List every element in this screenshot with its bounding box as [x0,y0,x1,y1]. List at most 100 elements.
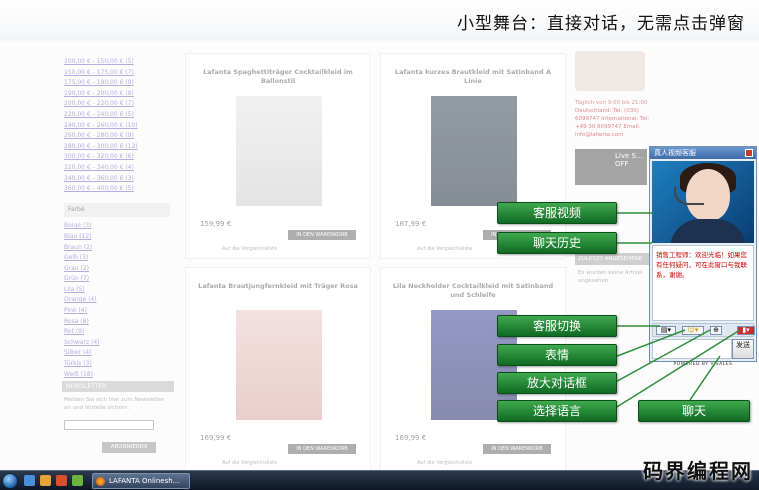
color-filter-link[interactable]: Blau (12) [64,232,170,243]
color-filter-link[interactable]: Türkis (3) [64,359,170,370]
agent-video[interactable] [652,161,754,243]
product-card[interactable]: Lafanta kurzes Brautkleid mit Satinband … [380,53,566,259]
show-desktop-icon[interactable] [24,475,35,486]
price-filter-link[interactable]: 340,00 € - 360,00 € (3) [64,174,170,185]
product-image[interactable] [431,96,517,206]
callout-chat-history: 聊天历史 [497,232,617,254]
color-filter-link[interactable]: Silber (4) [64,348,170,359]
product-title[interactable]: Lafanta Brautjungfernkleid mit Träger Ro… [196,282,360,291]
price-filter-list: 100,00 € - 150,00 € (5) 150,00 € - 175,00… [64,57,170,195]
color-filter-link[interactable]: Beige (3) [64,221,170,232]
taskbar-window-button[interactable]: LAFANTA Onlinesh... [92,473,190,489]
service-hours: Täglich von 9:00 bis 21:00 [575,100,648,106]
newsletter-box: NEWSLETTER Melden Sie sich hier zum News… [62,381,174,453]
add-to-cart-button[interactable]: IN DEN WARENKORB [288,444,356,454]
callout-agent-video: 客服视频 [497,202,617,224]
folder-icon[interactable] [40,475,51,486]
compare-link[interactable]: Auf die Vergleichsliste [222,460,277,466]
price-filter-link[interactable]: 100,00 € - 150,00 € (5) [64,57,170,68]
product-price: 167,99 € [395,220,427,228]
color-filter-link[interactable]: Gelb (3) [64,253,170,264]
contact-info: Deutschland: Tel: (030) 6099747 Internat… [575,108,650,138]
video-chat-widget[interactable]: 真人视频客服 销售工程师：欢迎光临！如果您有任何疑问，可在此窗口与我联系，谢谢。… [649,146,757,367]
product-price: 159,99 € [200,220,232,228]
color-facet-heading: Farbe [64,202,170,218]
color-filter-link[interactable]: Orange (4) [64,295,170,306]
chat-history[interactable]: 销售工程师：欢迎光临！如果您有任何疑问，可在此窗口与我联系，谢谢。 [652,245,754,321]
chat-input-row: 发送 [652,339,754,359]
price-filter-link[interactable]: 280,00 € - 300,00 € (12) [64,142,170,153]
product-price: 169,99 € [395,434,427,442]
color-filter-list: Beige (3) Blau (12) Braun (2) Gelb (3) Grau … [64,221,170,380]
newsletter-email-input[interactable] [64,420,154,430]
price-filter-link[interactable]: 320,00 € - 340,00 € (4) [64,163,170,174]
top-banner: 小型舞台：直接对话，无需点击弹窗 [0,0,759,44]
chat-toolbar: ▤▾ ☺▾ ⊕ ▮▾ [652,323,755,337]
close-icon[interactable] [745,149,753,157]
taskbar-window-label: LAFANTA Onlinesh... [109,477,180,485]
browser-icon[interactable] [56,475,67,486]
recently-viewed-text: Es wurden keine Artikel angesehen [578,270,643,284]
agent-body [670,219,746,243]
banner-divider [0,38,759,44]
callout-language: 选择语言 [497,400,617,422]
color-filter-link[interactable]: Weiß (18) [64,370,170,381]
agent-switch-button[interactable]: ▤▾ [656,326,676,335]
product-card[interactable]: Lafanta Brautjungfernkleid mit Träger Ro… [185,267,371,473]
color-filter-link[interactable]: Pink (4) [64,306,170,317]
color-filter-link[interactable]: Schwarz (4) [64,338,170,349]
product-card[interactable]: Lila Neckholder Cocktailkleid mit Satinb… [380,267,566,473]
add-to-cart-button[interactable]: IN DEN WARENKORB [288,230,356,240]
app-icon[interactable] [72,475,83,486]
compare-link[interactable]: Auf die Vergleichsliste [417,246,472,252]
watermark: 码界编程网 [643,459,753,483]
product-price: 169,99 € [200,434,232,442]
product-title[interactable]: Lafanta Spaghettiträger Cocktailkleid im… [196,68,360,86]
product-card[interactable]: Lafanta Spaghettiträger Cocktailkleid im… [185,53,371,259]
start-button[interactable] [2,473,18,489]
color-filter-link[interactable]: Rot (9) [64,327,170,338]
compare-link[interactable]: Auf die Vergleichsliste [417,460,472,466]
color-filter-link[interactable]: Grau (2) [64,264,170,275]
product-image[interactable] [236,310,322,420]
newsletter-text: Melden Sie sich hier zum Newsletter an u… [64,397,165,411]
emoji-button[interactable]: ☺▾ [682,326,704,335]
color-filter-link[interactable]: Lila (5) [64,285,170,296]
language-select-button[interactable]: ▮▾ [737,326,755,335]
callout-emoji: 表情 [497,344,617,366]
price-filter-link[interactable]: 150,00 € - 175,00 € (7) [64,68,170,79]
price-filter-link[interactable]: 190,00 € - 200,00 € (8) [64,89,170,100]
live-support-banner[interactable]: Live S... OFF [575,149,647,185]
product-title[interactable]: Lila Neckholder Cocktailkleid mit Satinb… [391,282,555,300]
powered-by-label: POWERED BY VISALES [673,362,733,367]
send-button[interactable]: 发送 [732,339,754,359]
filter-sidebar: 100,00 € - 150,00 € (5) 150,00 € - 175,00… [64,57,170,380]
chat-title-bar[interactable]: 真人视频客服 [650,147,756,159]
firefox-icon [96,477,105,486]
callout-chat: 聊天 [638,400,750,422]
newsletter-heading: NEWSLETTER [62,381,174,392]
newsletter-subscribe-button[interactable]: ABONNIEREN [102,442,156,453]
product-image[interactable] [236,96,322,206]
callout-agent-switch: 客服切换 [497,315,617,337]
callout-zoom-dialog: 放大对话框 [497,372,617,394]
screenshot-root: 小型舞台：直接对话，无需点击弹窗 100,00 € - 150,00 € (5)… [0,0,759,490]
price-filter-link[interactable]: 200,00 € - 220,00 € (7) [64,99,170,110]
zoom-icon[interactable]: ⊕ [710,326,722,335]
add-to-cart-button[interactable]: IN DEN WARENKORB [483,444,551,454]
headset-icon [674,187,704,205]
product-title[interactable]: Lafanta kurzes Brautkleid mit Satinband … [391,68,555,86]
color-filter-link[interactable]: Rosa (8) [64,317,170,328]
recently-viewed-heading: ZULETZT ANGESEHENE [575,253,655,265]
chat-message-input[interactable] [652,339,732,359]
price-filter-link[interactable]: 260,00 € - 280,00 € (9) [64,131,170,142]
price-filter-link[interactable]: 240,00 € - 260,00 € (10) [64,121,170,132]
price-filter-link[interactable]: 175,00 € - 190,00 € (9) [64,78,170,89]
price-filter-link[interactable]: 360,00 € - 400,00 € (5) [64,184,170,195]
compare-link[interactable]: Auf die Vergleichsliste [222,246,277,252]
chat-title: 真人视频客服 [654,149,696,157]
color-filter-link[interactable]: Grün (7) [64,274,170,285]
color-filter-link[interactable]: Braun (2) [64,243,170,254]
price-filter-link[interactable]: 220,00 € - 240,00 € (5) [64,110,170,121]
price-filter-link[interactable]: 300,00 € - 320,00 € (6) [64,152,170,163]
